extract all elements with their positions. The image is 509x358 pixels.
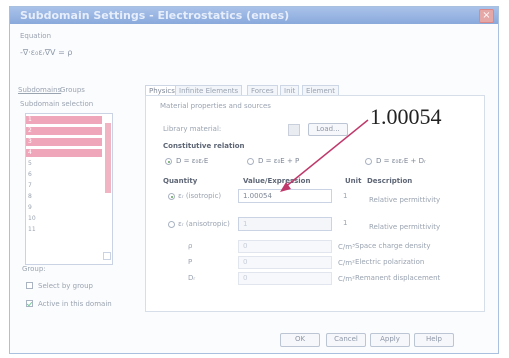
title-bar[interactable]: Subdomain Settings - Electrostatics (eme… [10,7,498,24]
description-anisotropic: Relative permittivity [369,223,441,231]
subdomain-settings-window: Subdomain Settings - Electrostatics (eme… [9,6,499,354]
group-label: Group: [22,265,46,273]
active-domain-label: Active in this domain [38,300,112,308]
quantity-anisotropic: εᵣ (anisotropic) [178,220,230,228]
value-rho-input[interactable]: 0 [238,240,332,253]
scroll-down-icon[interactable] [103,252,111,260]
equation-label: Equation [20,32,52,40]
select-by-group-checkbox[interactable] [26,282,33,289]
subdomain-list-item[interactable]: 4 [26,149,102,157]
subdomain-list-item[interactable]: 1 [26,116,102,124]
header-quantity: Quantity [163,177,198,185]
load-button[interactable]: Load... [308,123,348,136]
subdomain-list-item[interactable]: 6 [26,171,102,179]
value-dr-text: 0 [243,274,248,282]
quantity-isotropic: εᵣ (isotropic) [178,192,222,200]
tab-subdomains[interactable]: Subdomains [18,86,61,94]
subdomain-list-item[interactable]: 3 [26,138,102,146]
subdomain-list-item[interactable]: 8 [26,193,102,201]
subdomain-list[interactable]: 1 2 3 4 5 6 7 8 9 10 11 [25,113,113,265]
value-anisotropic-input[interactable]: 1 [238,217,332,231]
header-description: Description [367,177,413,185]
value-isotropic-input[interactable]: 1.00054 [238,189,332,203]
quantity-rho: ρ [188,242,193,250]
cancel-button[interactable]: Cancel [326,333,366,347]
subdomain-list-item[interactable]: 5 [26,160,102,168]
constitutive-option-1-radio[interactable] [165,158,172,165]
ok-button[interactable]: OK [280,333,320,347]
subdomain-list-item[interactable]: 9 [26,204,102,212]
unit-isotropic: 1 [343,192,348,200]
material-section-label: Material properties and sources [160,102,271,110]
window-title: Subdomain Settings - Electrostatics (eme… [20,9,290,22]
select-by-group-label: Select by group [38,282,93,290]
unit-anisotropic: 1 [343,219,348,227]
value-dr-input[interactable]: 0 [238,272,332,285]
annotation-value: 1.00054 [370,104,442,129]
description-rho: Space charge density [355,242,431,250]
quantity-dr: Dᵣ [188,274,196,282]
library-material-dropdown[interactable] [288,124,300,136]
constitutive-option-3-radio[interactable] [365,158,372,165]
value-p-input[interactable]: 0 [238,256,332,269]
quantity-p: P [188,258,193,266]
value-anisotropic-text: 1 [243,220,248,228]
constitutive-option-1: D = ε₀εᵣE [176,157,209,165]
value-p-text: 0 [243,258,248,266]
anisotropic-radio[interactable] [168,221,175,228]
value-isotropic-text: 1.00054 [243,192,272,200]
tab-groups[interactable]: Groups [60,86,85,94]
subdomain-list-item[interactable]: 11 [26,226,102,234]
value-rho-text: 0 [243,242,248,250]
unit-dr: C/m² [338,275,355,283]
subdomain-list-item[interactable]: 2 [26,127,102,135]
subdomain-list-item[interactable]: 7 [26,182,102,190]
constitutive-option-3: D = ε₀εᵣE + Dᵣ [376,157,426,165]
unit-rho: C/m³ [338,243,355,251]
library-material-label: Library material: [163,125,222,133]
subdomain-selection-label: Subdomain selection [20,100,94,108]
description-isotropic: Relative permittivity [369,196,441,204]
description-dr: Remanent displacement [355,274,441,282]
header-unit: Unit [345,177,362,185]
constitutive-title: Constitutive relation [163,142,245,150]
isotropic-radio[interactable] [168,193,175,200]
description-p: Electric polarization [355,258,425,266]
apply-button[interactable]: Apply [370,333,410,347]
active-domain-checkbox[interactable] [26,300,33,307]
constitutive-option-2-radio[interactable] [247,158,254,165]
header-value: Value/Expression [243,177,311,185]
unit-p: C/m² [338,259,355,267]
subdomain-list-item[interactable]: 10 [26,215,102,223]
close-icon[interactable]: × [479,9,494,23]
help-button[interactable]: Help [414,333,454,347]
scrollbar-thumb[interactable] [105,123,111,193]
constitutive-option-2: D = ε₀E + P [258,157,300,165]
equation-text: -∇·ε₀εᵣ∇V = ρ [20,48,73,57]
